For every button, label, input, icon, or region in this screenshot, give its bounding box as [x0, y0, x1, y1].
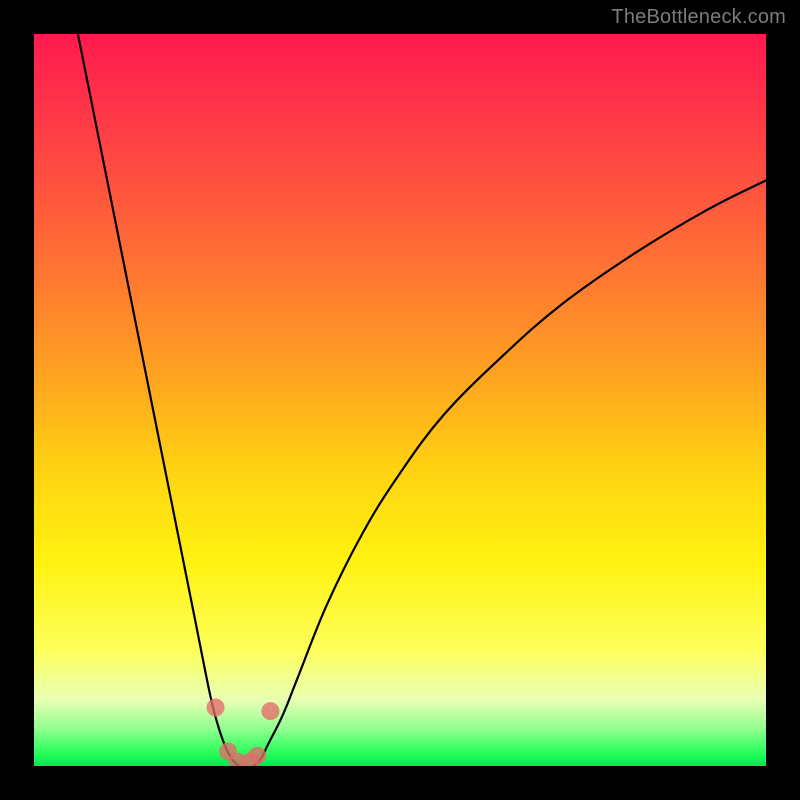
marker-5 [261, 702, 279, 720]
markers-container [207, 698, 280, 766]
series-container [78, 34, 766, 766]
marker-0 [207, 698, 225, 716]
marker-4 [248, 747, 266, 765]
curve-right-curve [254, 180, 766, 766]
curves-svg [34, 34, 766, 766]
watermark-text: TheBottleneck.com [611, 6, 786, 29]
chart-frame: TheBottleneck.com [0, 0, 800, 800]
plot-area [34, 34, 766, 766]
curve-left-curve [78, 34, 239, 766]
